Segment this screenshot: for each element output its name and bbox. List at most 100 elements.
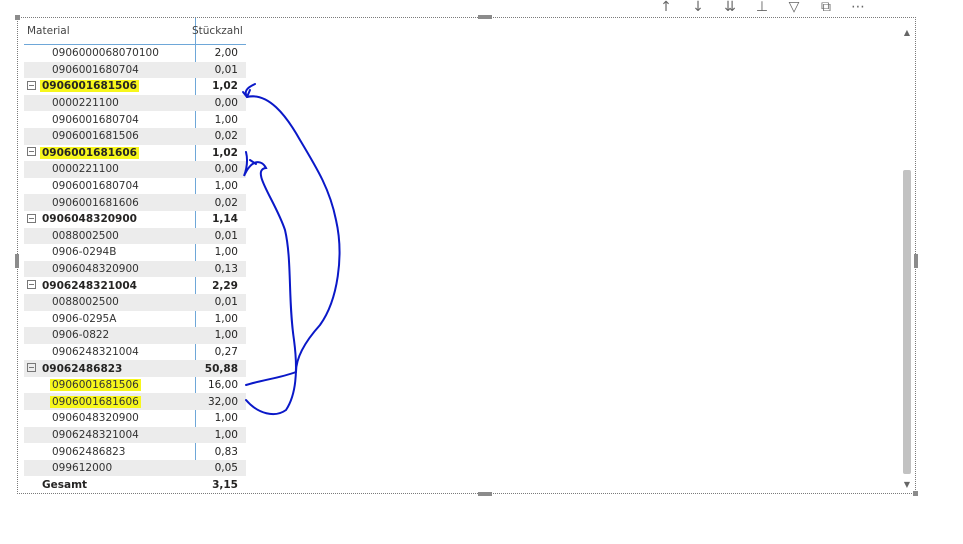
- material-label: 0906001680704: [52, 113, 139, 126]
- material-cell: 0906001680704: [24, 114, 192, 126]
- table-total-row[interactable]: Gesamt 3,15: [24, 476, 246, 494]
- table-row[interactable]: 0906001680704 0,01: [24, 61, 246, 79]
- count-cell: 0,00: [214, 97, 238, 110]
- material-cell: 0906248321004: [24, 280, 192, 292]
- collapse-icon[interactable]: [27, 147, 36, 157]
- count-cell: 1,00: [214, 428, 238, 441]
- count-cell: 1,02: [212, 146, 238, 159]
- matrix-visual[interactable]: ↑ ↓ ⇊ ⊥ ▽ ⧉ ⋯ Material Stückzahl 0906000…: [15, 0, 918, 496]
- focus-mode-icon[interactable]: ⧉: [815, 0, 837, 14]
- table-row[interactable]: 0906248321004 1,00: [24, 426, 246, 444]
- column-header-material[interactable]: Material: [24, 25, 192, 37]
- collapse-icon[interactable]: [27, 80, 36, 90]
- material-label: 0906248321004: [42, 279, 137, 292]
- table-row[interactable]: 0000221100 0,00: [24, 161, 246, 178]
- collapse-icon[interactable]: [27, 363, 36, 373]
- table-group-row[interactable]: 0906048320900 1,14: [24, 211, 246, 228]
- resize-handle-bottom-right[interactable]: [913, 491, 918, 496]
- table-row[interactable]: 0088002500 0,01: [24, 227, 246, 245]
- table-row[interactable]: 0906001681506 16,00: [24, 377, 246, 394]
- material-label: 0906248321004: [52, 428, 139, 441]
- table-row[interactable]: 0906048320900 0,13: [24, 260, 246, 278]
- column-header-count[interactable]: Stückzahl: [192, 25, 246, 37]
- count-cell: 0,01: [214, 229, 238, 242]
- table-row[interactable]: 0906248321004 0,27: [24, 344, 246, 361]
- count-cell: 0,27: [214, 345, 238, 358]
- material-cell: 09062486823: [24, 446, 192, 458]
- arrow-down-icon[interactable]: ↓: [687, 0, 709, 14]
- matrix-table: Material Stückzahl 0906000068070100 2,00 0…: [24, 18, 246, 494]
- table-header: Material Stückzahl: [24, 18, 246, 45]
- material-cell: 099612000: [24, 462, 192, 474]
- table-row[interactable]: 0906001681506 0,02: [24, 127, 246, 145]
- material-cell: 0906-0822: [24, 329, 192, 341]
- material-cell: 0906001680704: [24, 180, 192, 192]
- table-row[interactable]: 0906048320900 1,00: [24, 410, 246, 427]
- table-row[interactable]: 099612000 0,05: [24, 459, 246, 477]
- count-cell: 0,01: [214, 63, 238, 76]
- table-row[interactable]: 0000221100 0,00: [24, 94, 246, 112]
- scroll-up-icon[interactable]: ▲: [903, 28, 911, 38]
- material-cell: 0906001681606: [24, 146, 192, 159]
- table-row[interactable]: 0906001681606 32,00: [24, 393, 246, 411]
- material-cell: 0906048320900: [24, 412, 192, 424]
- material-label: 0000221100: [52, 163, 119, 176]
- more-options-icon[interactable]: ⋯: [847, 0, 869, 14]
- vertical-scrollbar[interactable]: ▲ ▼: [903, 28, 911, 490]
- material-label: 09062486823: [42, 362, 123, 375]
- double-arrow-down-icon[interactable]: ⇊: [719, 0, 741, 14]
- table-group-row[interactable]: 0906001681606 1,02: [24, 145, 246, 162]
- material-label: 0906248321004: [52, 345, 139, 358]
- resize-handle-top[interactable]: [478, 15, 492, 19]
- material-label: 0906000068070100: [52, 47, 159, 60]
- material-cell: 0906001681506: [24, 130, 192, 142]
- count-cell: 0,83: [214, 445, 238, 458]
- material-label: 0906001681506: [50, 379, 141, 392]
- collapse-icon[interactable]: [27, 280, 36, 290]
- resize-handle-bottom[interactable]: [478, 492, 492, 496]
- table-group-row[interactable]: 0906001681506 1,02: [24, 78, 246, 95]
- table-row[interactable]: 0906001680704 1,00: [24, 178, 246, 195]
- resize-handle-top-left[interactable]: [15, 15, 20, 20]
- material-label: 0906001681606: [52, 196, 139, 209]
- material-cell: 0906248321004: [24, 429, 192, 441]
- count-cell: 1,14: [212, 213, 238, 226]
- table-row[interactable]: 0906-0822 1,00: [24, 327, 246, 344]
- table-row[interactable]: 0906-0294B 1,00: [24, 244, 246, 261]
- table-group-row[interactable]: 0906248321004 2,29: [24, 277, 246, 294]
- table-row[interactable]: 09062486823 0,83: [24, 443, 246, 460]
- material-label: 0906001681606: [50, 395, 141, 408]
- material-cell: 0906-0295A: [24, 313, 192, 325]
- expand-hierarchy-icon[interactable]: ⊥: [751, 0, 773, 14]
- material-cell: 0906048320900: [24, 263, 192, 275]
- material-label: 0088002500: [52, 296, 119, 309]
- resize-handle-left[interactable]: [15, 254, 19, 268]
- count-cell: 0,13: [214, 263, 238, 276]
- scroll-down-icon[interactable]: ▼: [903, 480, 911, 490]
- scrollbar-thumb[interactable]: [903, 170, 911, 474]
- table-row[interactable]: 0906-0295A 1,00: [24, 311, 246, 328]
- material-label: 0088002500: [52, 229, 119, 242]
- material-cell: 0906001681506: [24, 80, 192, 93]
- filter-icon[interactable]: ▽: [783, 0, 805, 14]
- count-cell: 1,00: [214, 246, 238, 259]
- material-cell: 0906248321004: [24, 346, 192, 358]
- material-cell: 0906001680704: [24, 64, 192, 76]
- arrow-up-icon[interactable]: ↑: [655, 0, 677, 14]
- material-label: 0906001681506: [52, 130, 139, 143]
- count-cell: 32,00: [207, 395, 238, 408]
- collapse-icon[interactable]: [27, 213, 36, 223]
- count-cell: 0,00: [214, 163, 238, 176]
- table-body: 0906000068070100 2,00 0906001680704 0,01 090…: [24, 45, 246, 494]
- resize-handle-right[interactable]: [914, 254, 918, 268]
- table-group-row[interactable]: 09062486823 50,88: [24, 360, 246, 377]
- material-label: 0906048320900: [42, 213, 137, 226]
- table-row[interactable]: 0906000068070100 2,00: [24, 45, 246, 62]
- material-cell: 0906048320900: [24, 213, 192, 225]
- material-label: 0906048320900: [52, 412, 139, 425]
- table-row[interactable]: 0906001680704 1,00: [24, 111, 246, 128]
- count-cell: 1,02: [212, 80, 238, 93]
- table-row[interactable]: 0088002500 0,01: [24, 293, 246, 311]
- material-cell: 0906-0294B: [24, 246, 192, 258]
- table-row[interactable]: 0906001681606 0,02: [24, 194, 246, 211]
